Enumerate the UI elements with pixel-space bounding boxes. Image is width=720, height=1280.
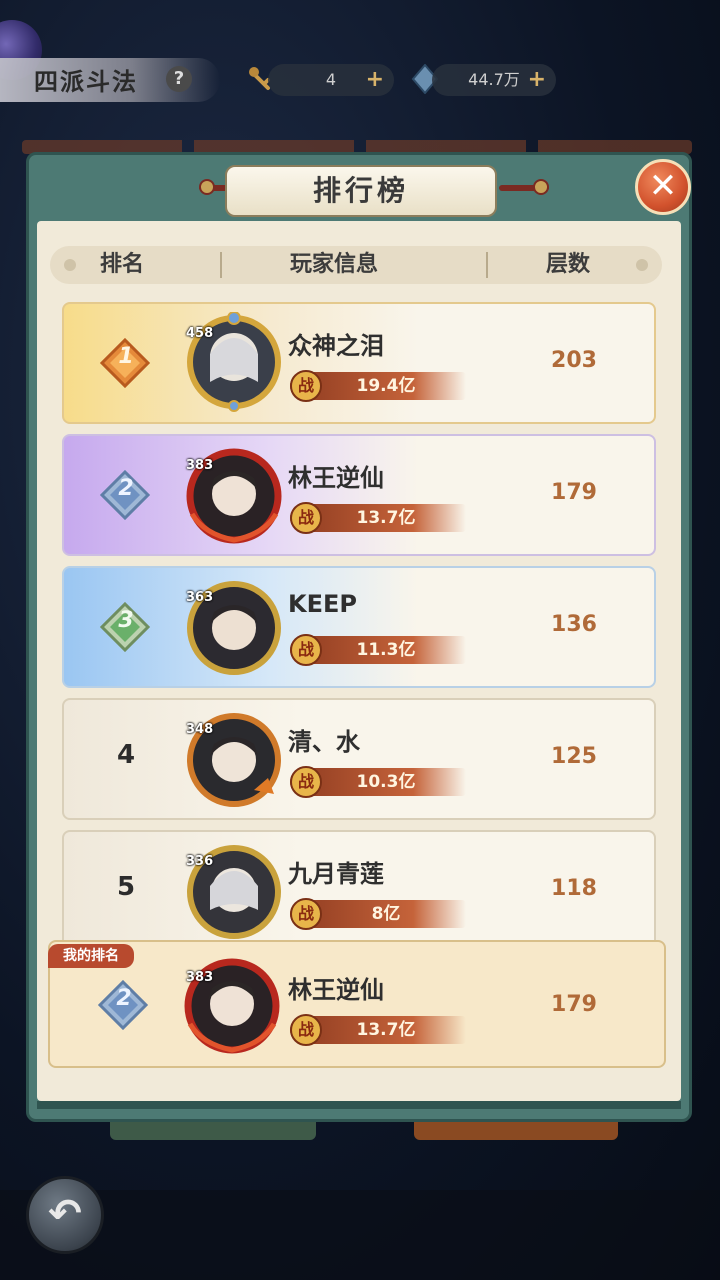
player-level: 458: [186, 326, 214, 341]
power-icon: 战: [290, 898, 322, 930]
player-level: 336: [186, 854, 214, 869]
resource-key: 4 +: [268, 64, 394, 96]
table-header: 排名 玩家信息 层数: [50, 246, 662, 284]
resource-key-plus-button[interactable]: +: [366, 64, 384, 96]
power-value: 10.3亿: [356, 772, 416, 792]
floor-value: 125: [551, 744, 597, 769]
power-value: 19.4亿: [356, 376, 416, 396]
table-row[interactable]: 5 336 九月青莲 战 8亿 118: [62, 830, 656, 952]
header-rank: 排名: [100, 252, 145, 277]
power-icon: 战: [290, 502, 322, 534]
power-icon: 战: [290, 370, 322, 402]
player-name: 林王逆仙: [288, 976, 384, 1004]
power-value: 13.7亿: [356, 1020, 416, 1040]
panel-title: 排行榜: [225, 165, 497, 217]
bottom-tab-left[interactable]: [110, 1122, 316, 1140]
floor-value: 136: [551, 612, 597, 637]
my-rank-tag: 我的排名: [48, 944, 134, 968]
rank-number: 3: [118, 608, 134, 633]
power-value: 13.7亿: [356, 508, 416, 528]
player-level: 383: [186, 458, 214, 473]
player-name: 九月青莲: [288, 860, 384, 888]
player-name: 林王逆仙: [288, 464, 384, 492]
player-name: 清、水: [288, 728, 360, 756]
table-row[interactable]: 2 383 林王逆仙 战 13.7亿 179: [62, 434, 656, 556]
rank-number: 2: [116, 986, 132, 1011]
floor-value: 118: [551, 876, 597, 901]
header-dot-left: [64, 259, 76, 271]
rank-number: 4: [116, 740, 136, 770]
rank-number: 1: [118, 344, 134, 369]
mode-title: 四派斗法: [34, 67, 138, 96]
table-row[interactable]: 1 458 众神之泪 战 19.4亿 203: [62, 302, 656, 424]
power-value: 11.3亿: [356, 640, 416, 660]
title-knot-right: [499, 179, 549, 195]
header-player: 玩家信息: [290, 252, 379, 277]
panel-bottom-trim: [37, 1101, 681, 1109]
my-rank-row[interactable]: 2 383 林王逆仙 战 13.7亿 179: [48, 940, 666, 1068]
close-button[interactable]: ✕: [635, 159, 691, 215]
floor-value: 203: [551, 348, 597, 373]
rank-number: 2: [118, 476, 134, 501]
header-divider: [220, 252, 222, 278]
floor-value: 179: [551, 992, 597, 1017]
help-button[interactable]: ?: [166, 66, 192, 92]
player-level: 363: [186, 590, 214, 605]
back-button[interactable]: ↶: [26, 1176, 104, 1254]
player-name: 众神之泪: [288, 332, 384, 360]
resource-diamond-plus-button[interactable]: +: [528, 64, 546, 96]
table-row[interactable]: 4 348 清、水 战 10.3亿 125: [62, 698, 656, 820]
resource-diamond: 44.7万 +: [432, 64, 556, 96]
player-level: 383: [186, 970, 214, 985]
rank-number: 5: [116, 872, 136, 902]
power-value: 8亿: [371, 904, 401, 924]
header-dot-right: [636, 259, 648, 271]
player-level: 348: [186, 722, 214, 737]
power-icon: 战: [290, 766, 322, 798]
power-icon: 战: [290, 1014, 322, 1046]
table-row[interactable]: 3 363 KEEP 战 11.3亿 136: [62, 566, 656, 688]
bottom-bar: [0, 1190, 720, 1280]
floor-value: 179: [551, 480, 597, 505]
header-divider: [486, 252, 488, 278]
player-avatar: [184, 958, 280, 1054]
power-icon: 战: [290, 634, 322, 666]
header-floor: 层数: [546, 252, 591, 277]
player-name: KEEP: [288, 590, 357, 618]
top-bar: 四派斗法 ? 4 + 44.7万 +: [0, 20, 720, 110]
bottom-tab-right[interactable]: [414, 1122, 618, 1140]
